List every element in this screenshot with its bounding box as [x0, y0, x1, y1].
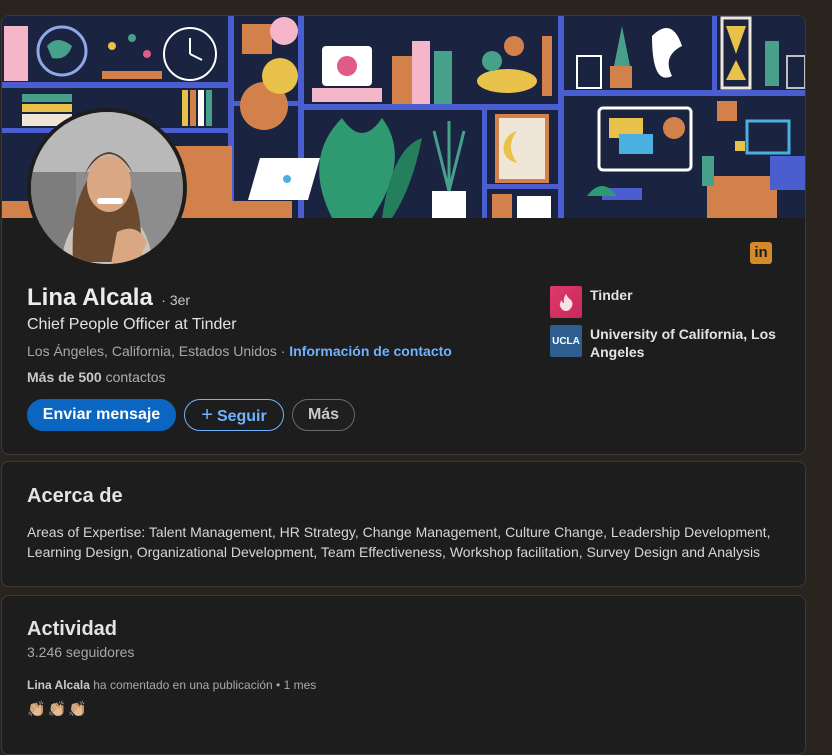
profile-photo	[31, 112, 183, 264]
tinder-logo	[550, 286, 582, 318]
activity-title: Actividad	[27, 618, 118, 640]
activity-item-header[interactable]: Lina Alcala ha comentado en una publicac…	[27, 678, 316, 692]
followers-count: 3.246 seguidores	[27, 644, 135, 660]
org-name-ucla: University of California, Los Angeles	[590, 326, 776, 360]
activity-card: Actividad 3.246 seguidores Lina Alcala h…	[1, 595, 806, 755]
about-title: Acerca de	[27, 485, 123, 507]
org-ucla[interactable]: UCLA University of California, Los Angel…	[550, 325, 790, 361]
send-message-button[interactable]: Enviar mensaje	[27, 399, 176, 431]
profile-location: Los Ángeles, California, Estados Unidos	[27, 343, 277, 359]
about-text: Areas of Expertise: Talent Management, H…	[27, 524, 771, 560]
contact-info-link[interactable]: Información de contacto	[289, 343, 452, 359]
name-row: Lina Alcala · 3er	[27, 284, 190, 312]
profile-avatar[interactable]	[27, 108, 187, 268]
about-card: Acerca de Areas of Expertise: Talent Man…	[1, 461, 806, 587]
location-separator: ·	[276, 343, 290, 359]
connections-count[interactable]: Más de 500 contactos	[27, 369, 166, 385]
follow-label: Seguir	[216, 408, 267, 425]
ucla-logo: UCLA	[550, 325, 582, 357]
profile-headline: Chief People Officer at Tinder	[27, 316, 237, 333]
tinder-flame-icon	[559, 294, 573, 311]
connection-degree: · 3er	[161, 292, 191, 308]
linkedin-icon[interactable]: in	[750, 242, 772, 264]
profile-card: in Lina Alcala · 3er Chief People Office…	[1, 15, 806, 455]
plus-icon: +	[201, 404, 213, 426]
org-name-tinder: Tinder	[590, 287, 633, 303]
activity-comment-text: 👏🏼👏🏼👏🏼	[27, 701, 90, 718]
org-tinder[interactable]: Tinder	[550, 286, 790, 318]
more-button[interactable]: Más	[292, 399, 355, 431]
connections-bold: Más de 500	[27, 369, 102, 385]
activity-action: ha comentado en una publicación • 1 mes	[89, 678, 317, 692]
profile-name: Lina Alcala	[27, 284, 153, 311]
follow-button[interactable]: + Seguir	[184, 399, 284, 431]
connections-label: contactos	[101, 369, 166, 385]
location-row: Los Ángeles, California, Estados Unidos …	[27, 343, 452, 359]
activity-author: Lina Alcala	[27, 678, 90, 692]
